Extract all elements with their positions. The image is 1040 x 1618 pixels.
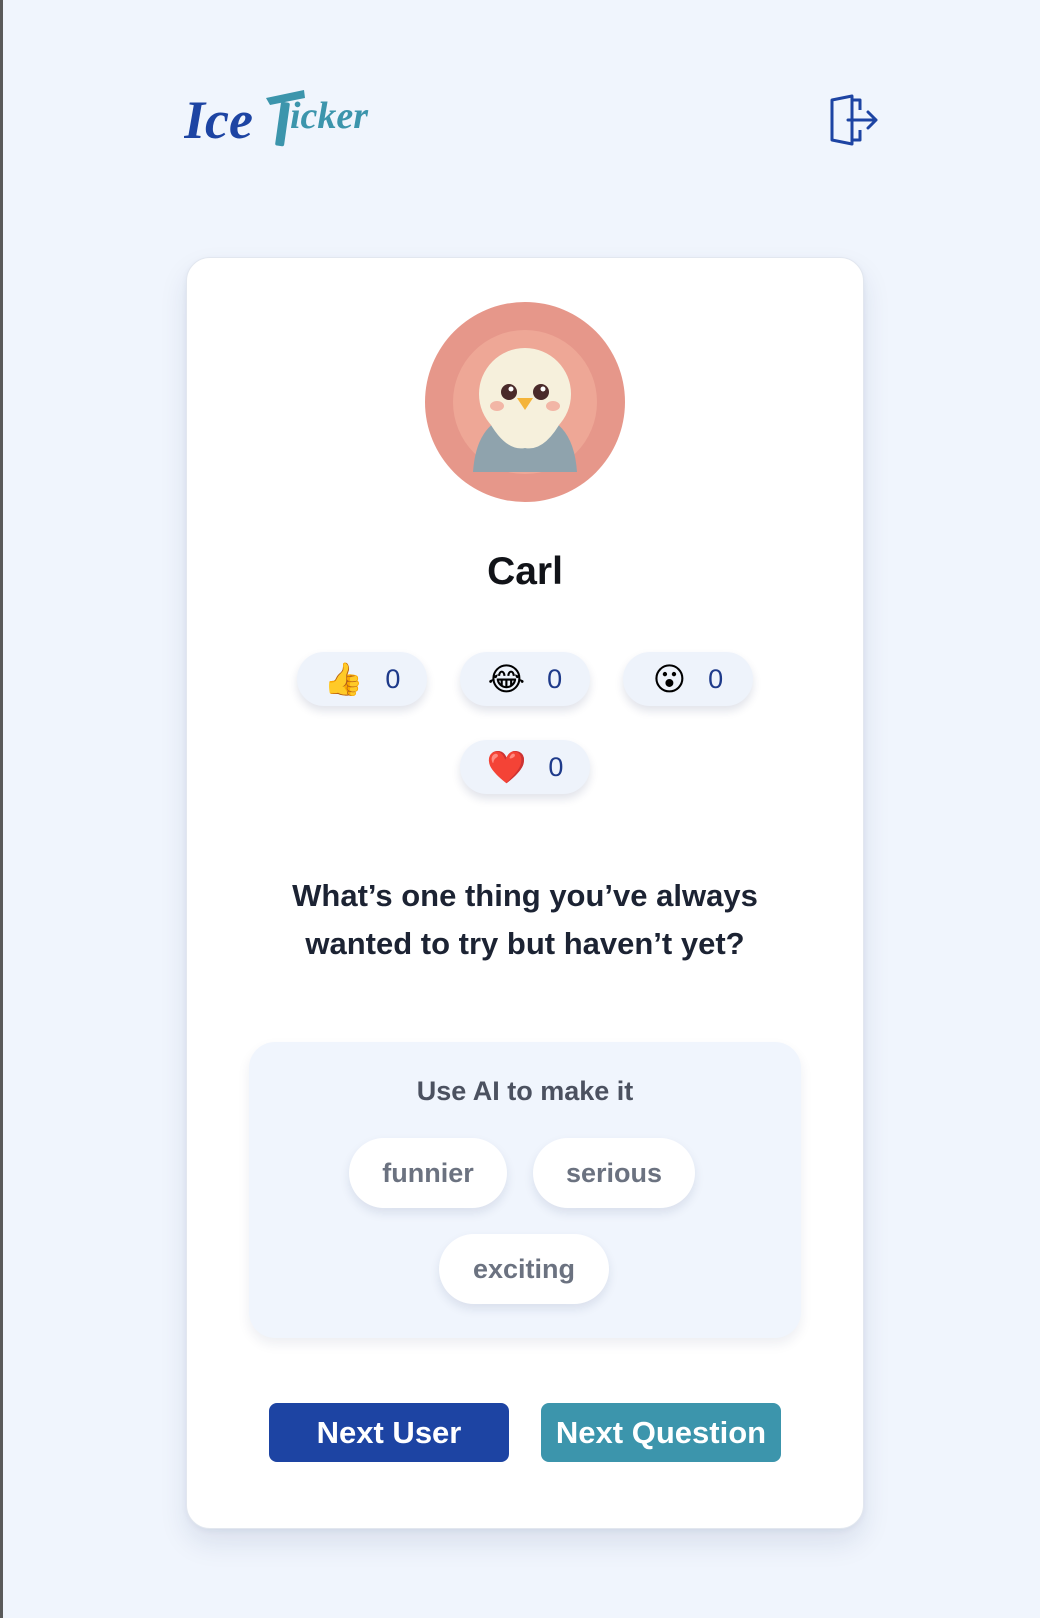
avatar — [425, 302, 625, 502]
ai-rewrite-panel: Use AI to make it funnier serious exciti… — [249, 1042, 801, 1338]
ai-option-serious-button[interactable]: serious — [533, 1138, 695, 1208]
ai-panel-title: Use AI to make it — [416, 1076, 634, 1106]
ai-option-funnier-button[interactable]: funnier — [349, 1138, 507, 1208]
reaction-thumbs-up-button[interactable]: 👍 0 — [297, 652, 427, 706]
user-name: Carl — [487, 550, 563, 593]
iceticker-logo[interactable]: Ice icker — [184, 76, 394, 156]
reaction-heart-button[interactable]: ❤️ 0 — [460, 740, 590, 794]
next-user-button[interactable]: Next User — [269, 1403, 509, 1462]
thumbs-up-icon: 👍 — [323, 660, 364, 698]
ai-option-exciting-button[interactable]: exciting — [439, 1234, 609, 1304]
heart-icon: ❤️ — [486, 748, 527, 786]
logout-button[interactable] — [826, 92, 882, 148]
reaction-count: 0 — [385, 663, 401, 694]
logo-text-icker: icker — [290, 95, 369, 137]
reaction-count: 0 — [548, 751, 564, 782]
reaction-surprised-button[interactable]: 😮 0 — [623, 652, 753, 706]
laughing-icon: 😂 — [487, 660, 526, 698]
surprised-icon: 😮 — [652, 660, 687, 698]
profile-card: Carl 👍 0 😂 0 😮 0 ❤️ 0 What’s one thing y… — [186, 257, 864, 1529]
logo-text-ice: Ice — [184, 90, 253, 150]
logout-icon — [830, 94, 878, 146]
reaction-laughing-button[interactable]: 😂 0 — [460, 652, 590, 706]
reaction-count: 0 — [708, 663, 724, 694]
window-edge — [0, 0, 3, 1618]
bird-avatar-icon — [425, 302, 625, 502]
question-text: What’s one thing you’ve always wanted to… — [292, 878, 758, 961]
next-question-button[interactable]: Next Question — [541, 1403, 781, 1462]
reaction-count: 0 — [547, 663, 563, 694]
